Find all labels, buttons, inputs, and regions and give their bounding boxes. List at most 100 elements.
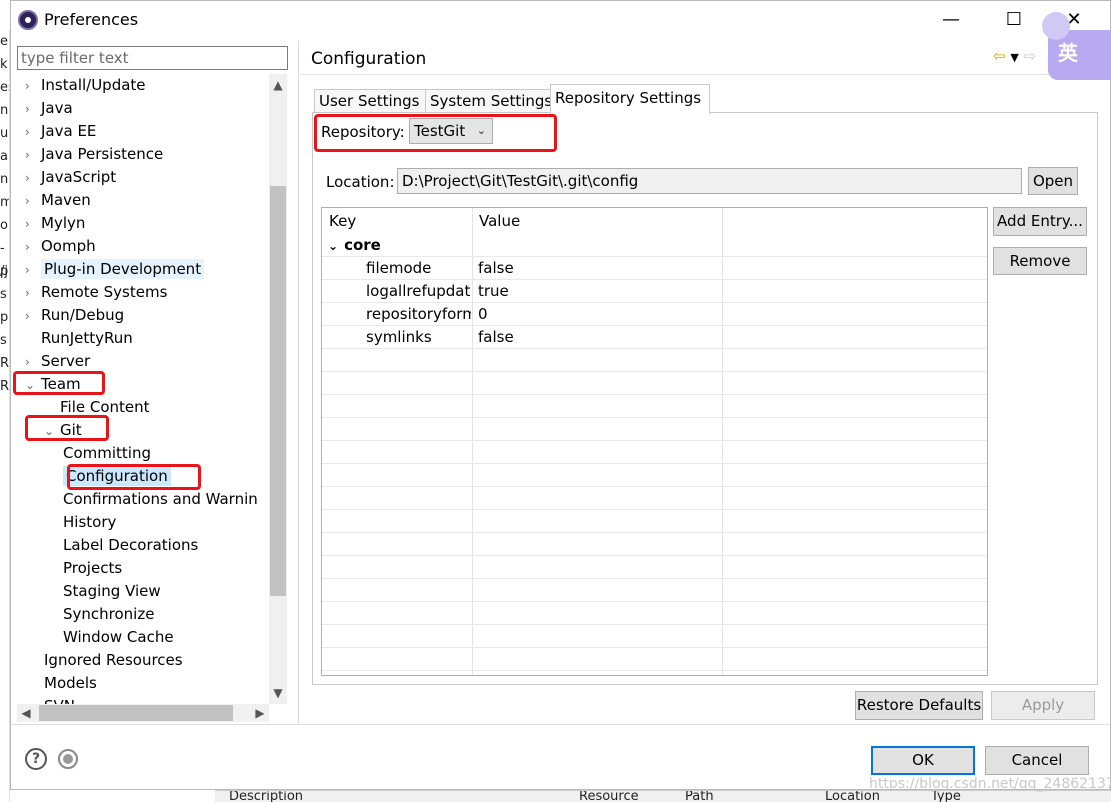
tree-item-synchronize[interactable]: Synchronize xyxy=(63,603,154,626)
help-icon[interactable]: ? xyxy=(25,748,47,770)
forward-arrow-icon[interactable]: ⇨ xyxy=(1024,47,1037,65)
eclipse-icon xyxy=(18,10,38,30)
back-arrow-icon[interactable]: ⇦ xyxy=(993,47,1006,65)
chevron-right-icon[interactable]: › xyxy=(25,282,37,305)
tree-item-java-ee[interactable]: › Java EE xyxy=(25,120,96,143)
chevron-right-icon[interactable]: › xyxy=(25,259,37,282)
filter-input[interactable]: type filter text xyxy=(17,46,288,70)
tree-item-label: History xyxy=(63,513,117,531)
restore-defaults-button[interactable]: Restore Defaults xyxy=(855,691,983,720)
tree-item-java-persistence[interactable]: › Java Persistence xyxy=(25,143,163,166)
tree-item-mylyn[interactable]: › Mylyn xyxy=(25,212,85,235)
tree-item-git[interactable]: ⌄ Git xyxy=(44,419,82,442)
tree-item-label: SVN xyxy=(44,697,75,704)
tree-item-label-decorations[interactable]: Label Decorations xyxy=(63,534,198,557)
tree-item-oomph[interactable]: › Oomph xyxy=(25,235,96,258)
chevron-right-icon[interactable]: › xyxy=(25,121,37,144)
chevron-right-icon[interactable]: › xyxy=(25,75,37,98)
record-icon[interactable] xyxy=(58,749,78,769)
ok-button[interactable]: OK xyxy=(871,746,975,775)
tree-item-history[interactable]: History xyxy=(63,511,116,534)
tree-item-svn[interactable]: SVN xyxy=(44,695,75,704)
tree-item-label: Mylyn xyxy=(41,214,86,232)
remove-button[interactable]: Remove xyxy=(993,247,1087,275)
background-editor-strip: ekesnuranmop-p/jspsRR xyxy=(0,30,10,802)
chevron-right-icon[interactable]: › xyxy=(25,236,37,259)
row-divider xyxy=(322,624,987,625)
config-key[interactable]: repositoryformatversion xyxy=(366,303,471,326)
cancel-button[interactable]: Cancel xyxy=(985,746,1089,775)
maximize-button[interactable]: ☐ xyxy=(999,7,1029,33)
tree-item-label: Maven xyxy=(41,191,91,209)
background-fragment: R xyxy=(0,379,10,394)
title-bar: Preferences — ☐ ✕ xyxy=(11,1,1110,39)
tree-item-runjettyrun[interactable]: RunJettyRun xyxy=(25,327,133,350)
scroll-left-icon[interactable]: ◀ xyxy=(17,704,35,722)
tree-item-window-cache[interactable]: Window Cache xyxy=(63,626,174,649)
tab-repository-settings[interactable]: Repository Settings xyxy=(550,84,710,114)
config-value[interactable]: 0 xyxy=(478,303,718,326)
chevron-right-icon[interactable]: › xyxy=(25,351,37,374)
tree-item-staging-view[interactable]: Staging View xyxy=(63,580,161,603)
chevron-right-icon[interactable]: › xyxy=(25,98,37,121)
apply-button[interactable]: Apply xyxy=(991,691,1095,720)
scroll-down-icon[interactable]: ▼ xyxy=(269,684,287,702)
tree-item-install-update[interactable]: › Install/Update xyxy=(25,74,146,97)
section-row-core[interactable]: ⌄ core xyxy=(328,234,381,257)
chevron-down-icon[interactable]: ⌄ xyxy=(25,374,37,397)
location-field[interactable]: D:\Project\Git\TestGit\.git\config xyxy=(397,168,1022,194)
open-button[interactable]: Open xyxy=(1028,167,1078,195)
tree-item-projects[interactable]: Projects xyxy=(63,557,122,580)
config-key[interactable]: symlinks xyxy=(366,326,471,349)
back-menu-icon[interactable]: ▼ xyxy=(1010,51,1018,64)
scroll-up-icon[interactable]: ▲ xyxy=(269,76,287,94)
row-divider xyxy=(322,647,987,648)
config-key[interactable]: filemode xyxy=(366,257,471,280)
tree-item-committing[interactable]: Committing xyxy=(63,442,151,465)
window-title: Preferences xyxy=(44,10,139,29)
tree-item-javascript[interactable]: › JavaScript xyxy=(25,166,116,189)
background-fragment: a xyxy=(0,149,8,164)
tree-vertical-scrollbar[interactable]: ▲ ▼ xyxy=(269,74,287,704)
tree-item-configuration[interactable]: Configuration xyxy=(63,465,171,488)
tree-item-team[interactable]: ⌄ Team xyxy=(25,373,81,396)
config-key[interactable]: logallrefupdates xyxy=(366,280,471,303)
chevron-right-icon[interactable]: › xyxy=(25,213,37,236)
tree-item-plug-in-development[interactable]: › Plug-in Development xyxy=(25,258,205,282)
config-value[interactable]: false xyxy=(478,257,718,280)
row-divider xyxy=(322,417,987,418)
tree-item-label: Committing xyxy=(63,444,152,462)
column-header-value[interactable]: Value xyxy=(479,212,520,230)
tree-item-file-content[interactable]: File Content xyxy=(44,396,150,419)
tab-system-settings[interactable]: System Settings xyxy=(425,89,552,114)
pane-divider[interactable] xyxy=(298,41,299,724)
tree-item-run-debug[interactable]: › Run/Debug xyxy=(25,304,124,327)
minimize-button[interactable]: — xyxy=(936,7,966,33)
background-fragment: es xyxy=(0,80,9,95)
column-header-key[interactable]: Key xyxy=(329,212,356,230)
tree-item-server[interactable]: › Server xyxy=(25,350,90,373)
add-entry-button[interactable]: Add Entry... xyxy=(993,207,1087,236)
tree-horizontal-scrollbar[interactable]: ◀ ▶ xyxy=(17,704,269,722)
scroll-right-icon[interactable]: ▶ xyxy=(251,704,269,722)
chevron-down-icon[interactable]: ⌄ xyxy=(44,420,56,443)
preferences-tree: › Install/Update › Java › Java EE › Java Persis… xyxy=(13,74,269,704)
tree-item-label: Configuration xyxy=(63,466,171,486)
chevron-right-icon[interactable]: › xyxy=(25,305,37,328)
chevron-right-icon[interactable]: › xyxy=(25,144,37,167)
config-value[interactable]: true xyxy=(478,280,718,303)
tree-item-ignored-resources[interactable]: Ignored Resources xyxy=(44,649,183,672)
row-divider xyxy=(322,601,987,602)
tree-item-confirmations-and-warnin[interactable]: Confirmations and Warnin xyxy=(63,488,258,511)
scroll-thumb[interactable] xyxy=(270,186,286,596)
tree-item-models[interactable]: Models xyxy=(44,672,97,695)
hscroll-thumb[interactable] xyxy=(39,705,233,721)
chevron-right-icon[interactable]: › xyxy=(25,167,37,190)
config-value[interactable]: false xyxy=(478,326,718,349)
repository-select[interactable]: TestGit ⌄ xyxy=(409,118,493,144)
tree-item-remote-systems[interactable]: › Remote Systems xyxy=(25,281,167,304)
tree-item-maven[interactable]: › Maven xyxy=(25,189,91,212)
tree-item-java[interactable]: › Java xyxy=(25,97,73,120)
chevron-right-icon[interactable]: › xyxy=(25,190,37,213)
tab-user-settings[interactable]: User Settings xyxy=(314,89,426,114)
